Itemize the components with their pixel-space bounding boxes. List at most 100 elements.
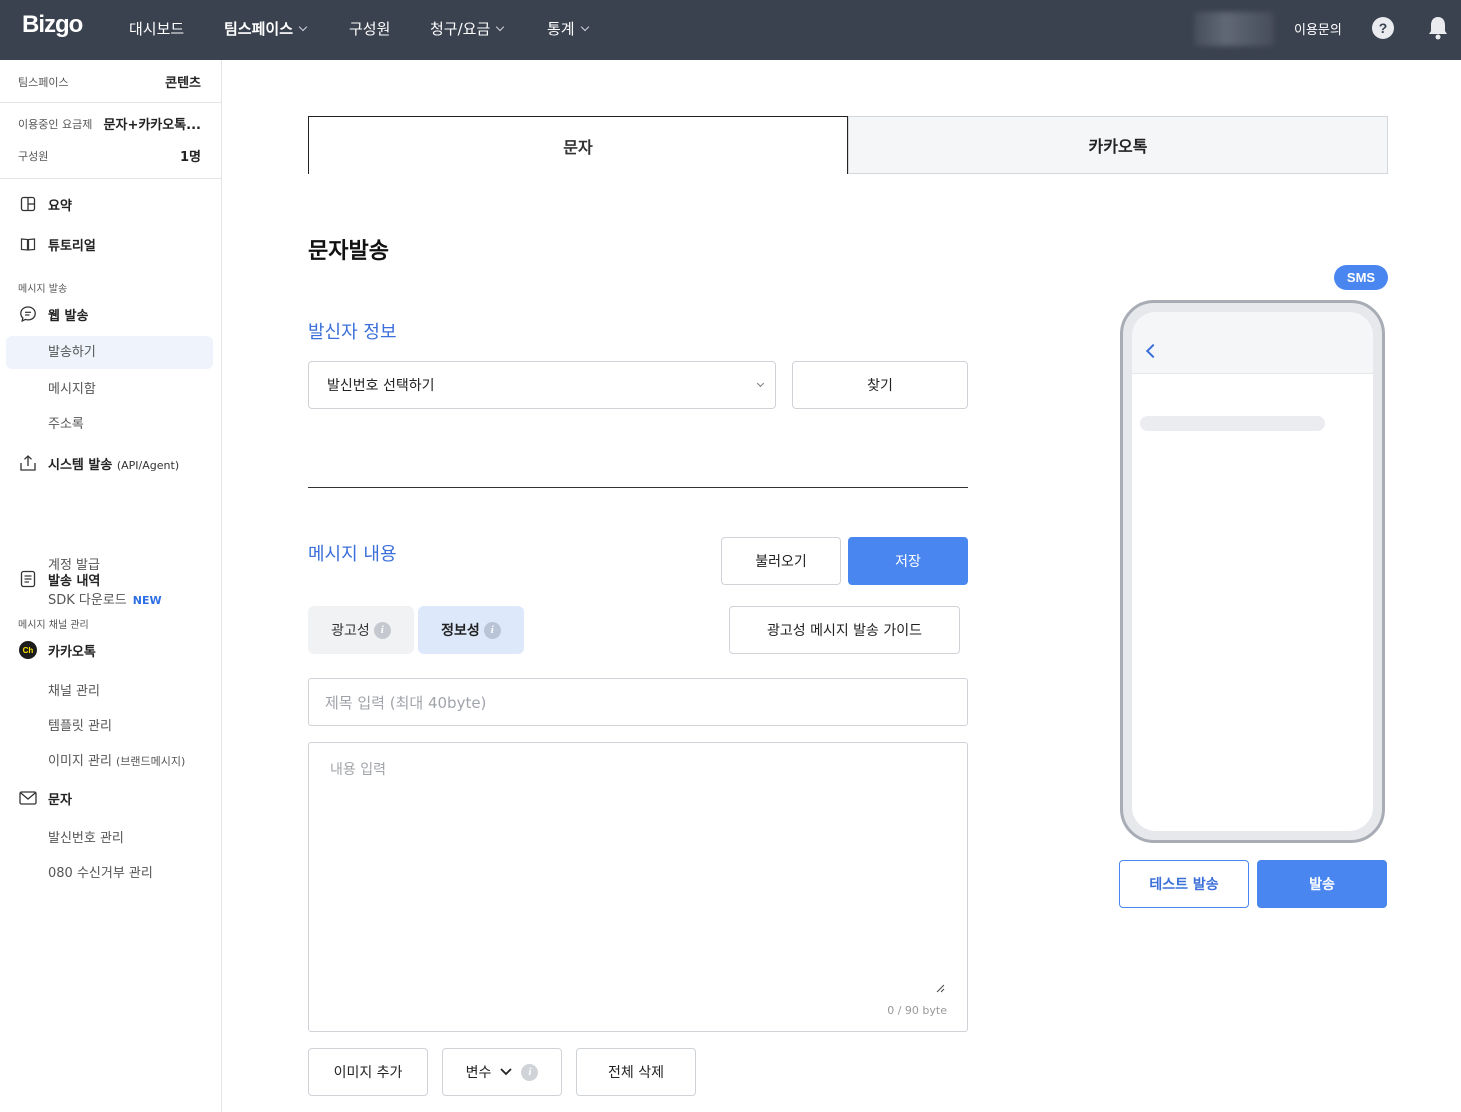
content-placeholder: 내용 입력 (330, 762, 386, 778)
sidebar-item-label: 문자 (48, 792, 72, 808)
sidebar-item-label: 웹 발송 (48, 308, 89, 324)
section-channel-manage: 메시지 채널 관리 (18, 620, 89, 631)
save-button[interactable]: 저장 (848, 537, 968, 585)
teamspace-value[interactable]: 콘텐츠 (165, 72, 201, 91)
sidebar-item-tutorial[interactable]: 튜토리얼 (18, 234, 96, 254)
sidebar-item-web-send[interactable]: 웹 발송 (18, 304, 88, 324)
sidebar-item-template-manage[interactable]: 템플릿 관리 (48, 715, 112, 734)
chevron-down-icon (580, 22, 589, 31)
nav-dashboard-label: 대시보드 (129, 20, 185, 38)
sidebar-item-label: 발송 내역 (48, 573, 101, 589)
system-send-label: 시스템 발송 (48, 457, 113, 473)
kakao-channel-icon: Ch (18, 640, 38, 660)
ad-guide-button[interactable]: 광고성 메시지 발송 가이드 (729, 606, 960, 654)
system-send-paren: (API/Agent) (116, 458, 180, 472)
info-message-chip[interactable]: 정보성 i (418, 606, 524, 654)
tab-kakaotalk[interactable]: 카카오톡 (848, 116, 1388, 174)
chevron-down-icon (298, 22, 308, 31)
sidebar-teamspace-row: 팀스페이스 콘텐츠 (18, 72, 201, 92)
kakao-icon-text: Ch (19, 641, 37, 659)
send-button[interactable]: 발송 (1257, 860, 1387, 908)
bell-icon[interactable] (1427, 15, 1449, 41)
add-image-button[interactable]: 이미지 추가 (308, 1048, 428, 1096)
sidebar-item-sms[interactable]: 문자 (18, 788, 72, 808)
tab-sms[interactable]: 문자 (308, 116, 848, 174)
sidebar-item-label: 요약 (48, 198, 72, 214)
sidebar-item-kakaotalk[interactable]: Ch 카카오톡 (18, 640, 96, 660)
nav-members-label: 구성원 (349, 20, 391, 38)
user-account-blurred[interactable] (1194, 12, 1274, 46)
sidebar-item-system-send[interactable]: 시스템 발송 (API/Agent) (18, 453, 179, 473)
sidebar: 팀스페이스 콘텐츠 이용중인 요금제 문자+카카오톡... 구성원 1명 요약 … (0, 60, 222, 1112)
sidebar-item-sender-number-manage[interactable]: 발신번호 관리 (48, 827, 124, 846)
section-message-send: 메시지 발송 (18, 284, 68, 295)
variable-button[interactable]: 변수 i (442, 1048, 562, 1096)
bizgo-logo[interactable]: Bizgo (22, 11, 83, 39)
sender-number-select[interactable]: 발신번호 선택하기 (308, 361, 776, 409)
info-icon[interactable]: i (521, 1063, 539, 1081)
chat-icon (18, 304, 38, 324)
phone-screen-header (1132, 312, 1373, 374)
delete-all-button[interactable]: 전체 삭제 (576, 1048, 696, 1096)
sidebar-item-sdk-download[interactable]: SDK 다운로드 NEW (48, 589, 162, 608)
sidebar-item-label: 튜토리얼 (48, 238, 96, 254)
sms-type-badge: SMS (1334, 265, 1388, 290)
nav-statistics[interactable]: 통계 (547, 18, 589, 39)
nav-members[interactable]: 구성원 (349, 18, 390, 39)
content-textarea[interactable]: 내용 입력 0 / 90 byte (308, 742, 968, 1032)
members-label: 구성원 (18, 149, 49, 163)
info-icon[interactable]: i (373, 621, 391, 639)
divider (0, 102, 221, 103)
sidebar-item-summary[interactable]: 요약 (18, 194, 72, 214)
nav-dashboard[interactable]: 대시보드 (129, 18, 184, 39)
members-value: 1명 (179, 150, 201, 165)
ad-message-chip[interactable]: 광고성 i (308, 606, 414, 654)
resize-grip-icon[interactable] (935, 983, 945, 993)
image-manage-label: 이미지 관리 (48, 754, 112, 769)
sidebar-item-image-manage[interactable]: 이미지 관리 (브랜드메시지) (48, 750, 185, 769)
phone-screen (1132, 312, 1373, 831)
nav-billing-label: 청구/요금 (430, 20, 491, 38)
info-icon[interactable]: i (483, 621, 501, 639)
teamspace-label: 팀스페이스 (18, 75, 69, 89)
message-bubble-placeholder (1140, 416, 1325, 431)
phone-preview (1120, 300, 1385, 843)
title-input[interactable]: 제목 입력 (최대 40byte) (308, 678, 968, 726)
find-button[interactable]: 찾기 (792, 361, 968, 409)
plan-label: 이용중인 요금제 (18, 117, 93, 131)
help-icon[interactable]: ? (1372, 17, 1394, 39)
sidebar-item-channel-manage[interactable]: 채널 관리 (48, 680, 100, 699)
test-send-button[interactable]: 테스트 발송 (1119, 860, 1249, 908)
nav-teamspace[interactable]: 팀스페이스 (224, 18, 308, 39)
sidebar-plan-row: 이용중인 요금제 문자+카카오톡... (18, 114, 201, 134)
sidebar-item-send[interactable]: 발송하기 (6, 336, 213, 369)
nav-billing[interactable]: 청구/요금 (430, 18, 505, 39)
page-title: 문자발송 (308, 239, 389, 264)
inquiry-link[interactable]: 이용문의 (1294, 19, 1342, 38)
plan-value: 문자+카카오톡... (103, 118, 201, 133)
sidebar-item-address-book[interactable]: 주소록 (48, 413, 84, 432)
new-badge: NEW (132, 594, 162, 607)
document-icon (18, 569, 38, 589)
byte-counter: 0 / 90 byte (887, 1004, 947, 1017)
divider (0, 178, 221, 179)
load-button[interactable]: 불러오기 (721, 537, 841, 585)
variable-label: 변수 (465, 1065, 492, 1081)
book-icon (18, 234, 38, 254)
sidebar-item-label: 시스템 발송 (API/Agent) (48, 454, 179, 473)
top-navigation-bar: Bizgo 대시보드 팀스페이스 구성원 청구/요금 통계 이용문의 ? (0, 0, 1461, 60)
message-content-title: 메시지 내용 (308, 544, 397, 565)
sender-info-title: 발신자 정보 (308, 322, 397, 343)
sdk-download-label: SDK 다운로드 (48, 593, 127, 608)
sidebar-item-label: 카카오톡 (48, 644, 96, 660)
nav-statistics-label: 통계 (547, 20, 575, 38)
mail-icon (18, 788, 38, 808)
summary-icon (18, 194, 38, 214)
sidebar-members-row: 구성원 1명 (18, 146, 201, 166)
sidebar-item-send-history[interactable]: 발송 내역 (18, 569, 100, 589)
chevron-down-icon (500, 1068, 513, 1076)
sidebar-item-080-reject[interactable]: 080 수신거부 관리 (48, 862, 153, 881)
sidebar-item-message-box[interactable]: 메시지함 (48, 378, 96, 397)
nav-teamspace-label: 팀스페이스 (224, 20, 294, 38)
section-divider (308, 487, 968, 488)
